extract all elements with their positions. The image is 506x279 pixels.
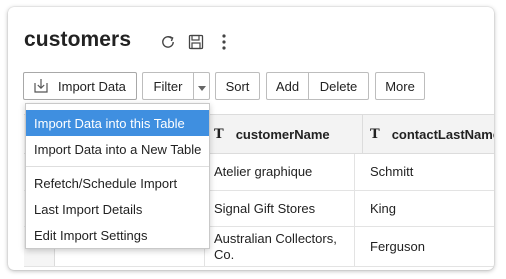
filter-dropdown-button[interactable] [193, 72, 210, 100]
filter-label: Filter [153, 78, 183, 94]
chevron-down-icon [197, 79, 206, 94]
sort-label: Sort [225, 78, 250, 94]
save-icon[interactable] [186, 32, 206, 52]
cell-contactlastname[interactable]: Schmitt [370, 154, 494, 190]
menu-divider [26, 166, 209, 167]
import-data-label: Import Data [58, 78, 126, 94]
delete-label: Delete [319, 78, 358, 94]
import-data-button[interactable]: Import Data [23, 72, 137, 100]
column-divider [362, 115, 363, 154]
page-title: customers [24, 28, 132, 51]
cell-customername[interactable]: Signal Gift Stores [214, 191, 354, 226]
more-label: More [385, 78, 415, 94]
app-window: customers Import Data Filter Sort Add De… [8, 7, 494, 270]
text-type-icon: T [214, 127, 224, 142]
import-dropdown-menu: Import Data into this Table Import Data … [25, 103, 210, 249]
add-label: Add [275, 78, 300, 94]
delete-button[interactable]: Delete [308, 72, 369, 100]
add-button[interactable]: Add [266, 72, 309, 100]
import-icon [32, 77, 50, 95]
refresh-icon[interactable] [158, 32, 178, 52]
cell-contactlastname[interactable]: Ferguson [370, 227, 494, 266]
column-divider [354, 191, 355, 226]
title-actions [158, 32, 242, 52]
cell-customername[interactable]: Atelier graphique [214, 154, 354, 190]
column-header-customername[interactable]: T customerName [214, 115, 354, 154]
more-vertical-icon[interactable] [214, 32, 234, 52]
menu-item-import-into-this-table[interactable]: Import Data into this Table [26, 110, 209, 136]
column-header-label: contactLastName [391, 127, 494, 142]
more-button[interactable]: More [375, 72, 425, 100]
sort-button[interactable]: Sort [215, 72, 260, 100]
cell-customername[interactable]: Australian Collectors, Co. [214, 227, 354, 266]
menu-item-import-into-new-table[interactable]: Import Data into a New Table [26, 136, 209, 162]
menu-item-edit-import-settings[interactable]: Edit Import Settings [26, 222, 209, 248]
text-type-icon: T [370, 127, 380, 142]
cell-contactlastname[interactable]: King [370, 191, 494, 226]
column-header-contactlastname[interactable]: T contactLastName [370, 115, 494, 154]
menu-item-last-import-details[interactable]: Last Import Details [26, 196, 209, 222]
column-divider [354, 227, 355, 266]
column-divider [354, 154, 355, 190]
filter-button[interactable]: Filter [142, 72, 194, 100]
menu-item-refetch-schedule-import[interactable]: Refetch/Schedule Import [26, 170, 209, 196]
column-header-label: customerName [235, 127, 330, 142]
